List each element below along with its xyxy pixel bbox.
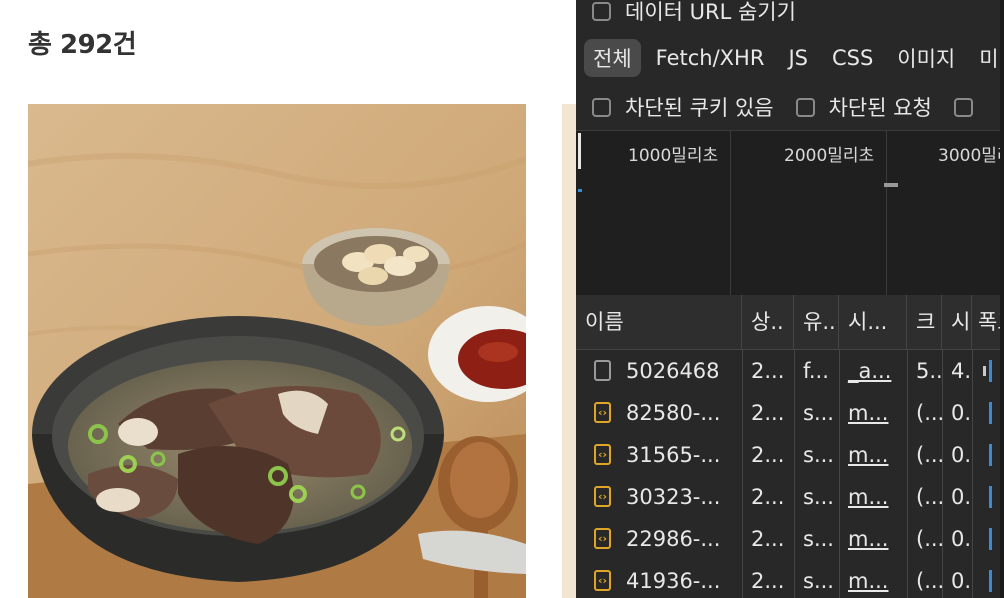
blocked-requests-checkbox[interactable]	[795, 97, 815, 117]
total-count: 총 292건	[28, 30, 137, 60]
table-row[interactable]: ‹› 41936-... 2... s... m... (... 0..	[576, 560, 1004, 598]
third-party-requests-checkbox[interactable]	[953, 97, 973, 117]
table-row[interactable]: ‹› 82580-... 2... s... m... (... 0..	[576, 392, 1004, 434]
request-initiator[interactable]: m...	[839, 434, 907, 476]
network-request-table: 이름 상.. 유.. 시... 크 시 폭포 5026468 2... f...…	[576, 295, 1004, 598]
request-type: f...	[803, 359, 829, 383]
timeline-label-2000ms: 2000밀리초	[784, 146, 875, 166]
request-name: 5026468	[626, 359, 720, 383]
initiator-link[interactable]: m...	[848, 569, 888, 593]
request-type: s...	[803, 569, 834, 593]
request-type: s...	[803, 401, 834, 425]
hide-data-url-option[interactable]: 데이터 URL 숨기기	[592, 0, 796, 26]
timeline-gridline	[886, 131, 887, 295]
request-name: 22986-...	[626, 527, 721, 551]
request-status: 2...	[751, 527, 785, 551]
product-image-galbitang[interactable]	[28, 104, 526, 598]
table-row[interactable]: 5026468 2... f... _a... 5.. 4..	[576, 350, 1004, 392]
waterfall-bar	[989, 528, 992, 550]
request-initiator[interactable]: _a...	[839, 350, 907, 392]
initiator-link[interactable]: m...	[848, 443, 888, 467]
table-row[interactable]: ‹› 30323-... 2... s... m... (... 0..	[576, 476, 1004, 518]
column-header-time[interactable]: 시	[942, 295, 972, 349]
column-header-initiator[interactable]: 시...	[839, 295, 907, 349]
column-header-name[interactable]: 이름	[576, 295, 742, 349]
request-name: 30323-...	[626, 485, 721, 509]
request-time: 0..	[951, 485, 972, 509]
hide-data-url-checkbox[interactable]	[592, 1, 611, 21]
waterfall-bar	[989, 402, 992, 424]
request-initiator[interactable]: m...	[839, 476, 907, 518]
request-size: (...	[916, 485, 942, 509]
timeline-label-1000ms: 1000밀리초	[628, 146, 719, 166]
filter-tab-image[interactable]: 이미지	[888, 39, 964, 77]
request-status: 2...	[751, 359, 785, 383]
request-status: 2...	[751, 401, 785, 425]
request-time: 0..	[951, 443, 972, 467]
network-timeline-overview[interactable]: 1000밀리초 2000밀리초 3000밀리초	[576, 130, 1004, 296]
blocked-cookies-checkbox[interactable]	[592, 97, 611, 117]
request-size: 5..	[916, 359, 942, 383]
blocked-requests-label: 차단된 요청	[828, 96, 932, 120]
request-type: s...	[803, 443, 834, 467]
column-header-status[interactable]: 상..	[742, 295, 794, 349]
blocked-filters-row: 차단된 쿠키 있음 차단된 요청	[592, 92, 987, 122]
hide-data-url-label: 데이터 URL 숨기기	[625, 0, 796, 24]
timeline-label-3000ms: 3000밀리초	[938, 146, 1004, 166]
filter-tab-js[interactable]: JS	[779, 42, 817, 74]
initiator-link[interactable]: m...	[848, 485, 888, 509]
waterfall-bar	[989, 360, 992, 382]
next-product-card-edge[interactable]	[562, 104, 576, 598]
timeline-request-mark	[884, 183, 898, 187]
request-status: 2...	[751, 443, 785, 467]
column-header-type[interactable]: 유..	[794, 295, 839, 349]
filter-tab-media[interactable]: 미	[970, 39, 1004, 77]
request-name: 41936-...	[626, 569, 721, 593]
blocked-cookies-label: 차단된 쿠키 있음	[625, 96, 774, 120]
initiator-link[interactable]: _a...	[848, 359, 891, 383]
devtools-network-panel: 데이터 URL 숨기기 전체 Fetch/XHR JS CSS 이미지 미 차단…	[576, 0, 1004, 598]
request-name: 31565-...	[626, 443, 721, 467]
waterfall-wait-bar	[983, 366, 986, 376]
filter-tab-fetch-xhr[interactable]: Fetch/XHR	[647, 42, 774, 74]
request-time: 0..	[951, 569, 972, 593]
request-name: 82580-...	[626, 401, 721, 425]
request-size: (...	[916, 443, 942, 467]
waterfall-bar	[989, 444, 992, 466]
request-type: s...	[803, 527, 834, 551]
product-listing-page: 총 292건	[0, 0, 576, 598]
table-row[interactable]: ‹› 22986-... 2... s... m... (... 0..	[576, 518, 1004, 560]
request-size: (...	[916, 401, 942, 425]
request-time: 0..	[951, 401, 972, 425]
request-status: 2...	[751, 569, 785, 593]
panel-scrollbar-edge[interactable]	[1000, 0, 1004, 598]
resource-type-filter-tabs: 전체 Fetch/XHR JS CSS 이미지 미	[584, 38, 1004, 78]
request-type: s...	[803, 485, 834, 509]
request-initiator[interactable]: m...	[839, 560, 907, 598]
waterfall-bar	[989, 570, 992, 592]
timeline-request-mark	[578, 189, 582, 192]
request-initiator[interactable]: m...	[839, 392, 907, 434]
request-status: 2...	[751, 485, 785, 509]
table-header: 이름 상.. 유.. 시... 크 시 폭포	[576, 295, 1004, 350]
timeline-cursor[interactable]	[578, 133, 581, 169]
request-time: 4..	[951, 359, 972, 383]
initiator-link[interactable]: m...	[848, 527, 888, 551]
column-header-size[interactable]: 크	[907, 295, 942, 349]
initiator-link[interactable]: m...	[848, 401, 888, 425]
request-size: (...	[916, 527, 942, 551]
request-time: 0..	[951, 527, 972, 551]
timeline-gridline	[730, 131, 731, 295]
filter-tab-all[interactable]: 전체	[584, 39, 641, 77]
table-row[interactable]: ‹› 31565-... 2... s... m... (... 0..	[576, 434, 1004, 476]
waterfall-bar	[989, 486, 992, 508]
request-size: (...	[916, 569, 942, 593]
filter-tab-css[interactable]: CSS	[823, 42, 882, 74]
request-initiator[interactable]: m...	[839, 518, 907, 560]
